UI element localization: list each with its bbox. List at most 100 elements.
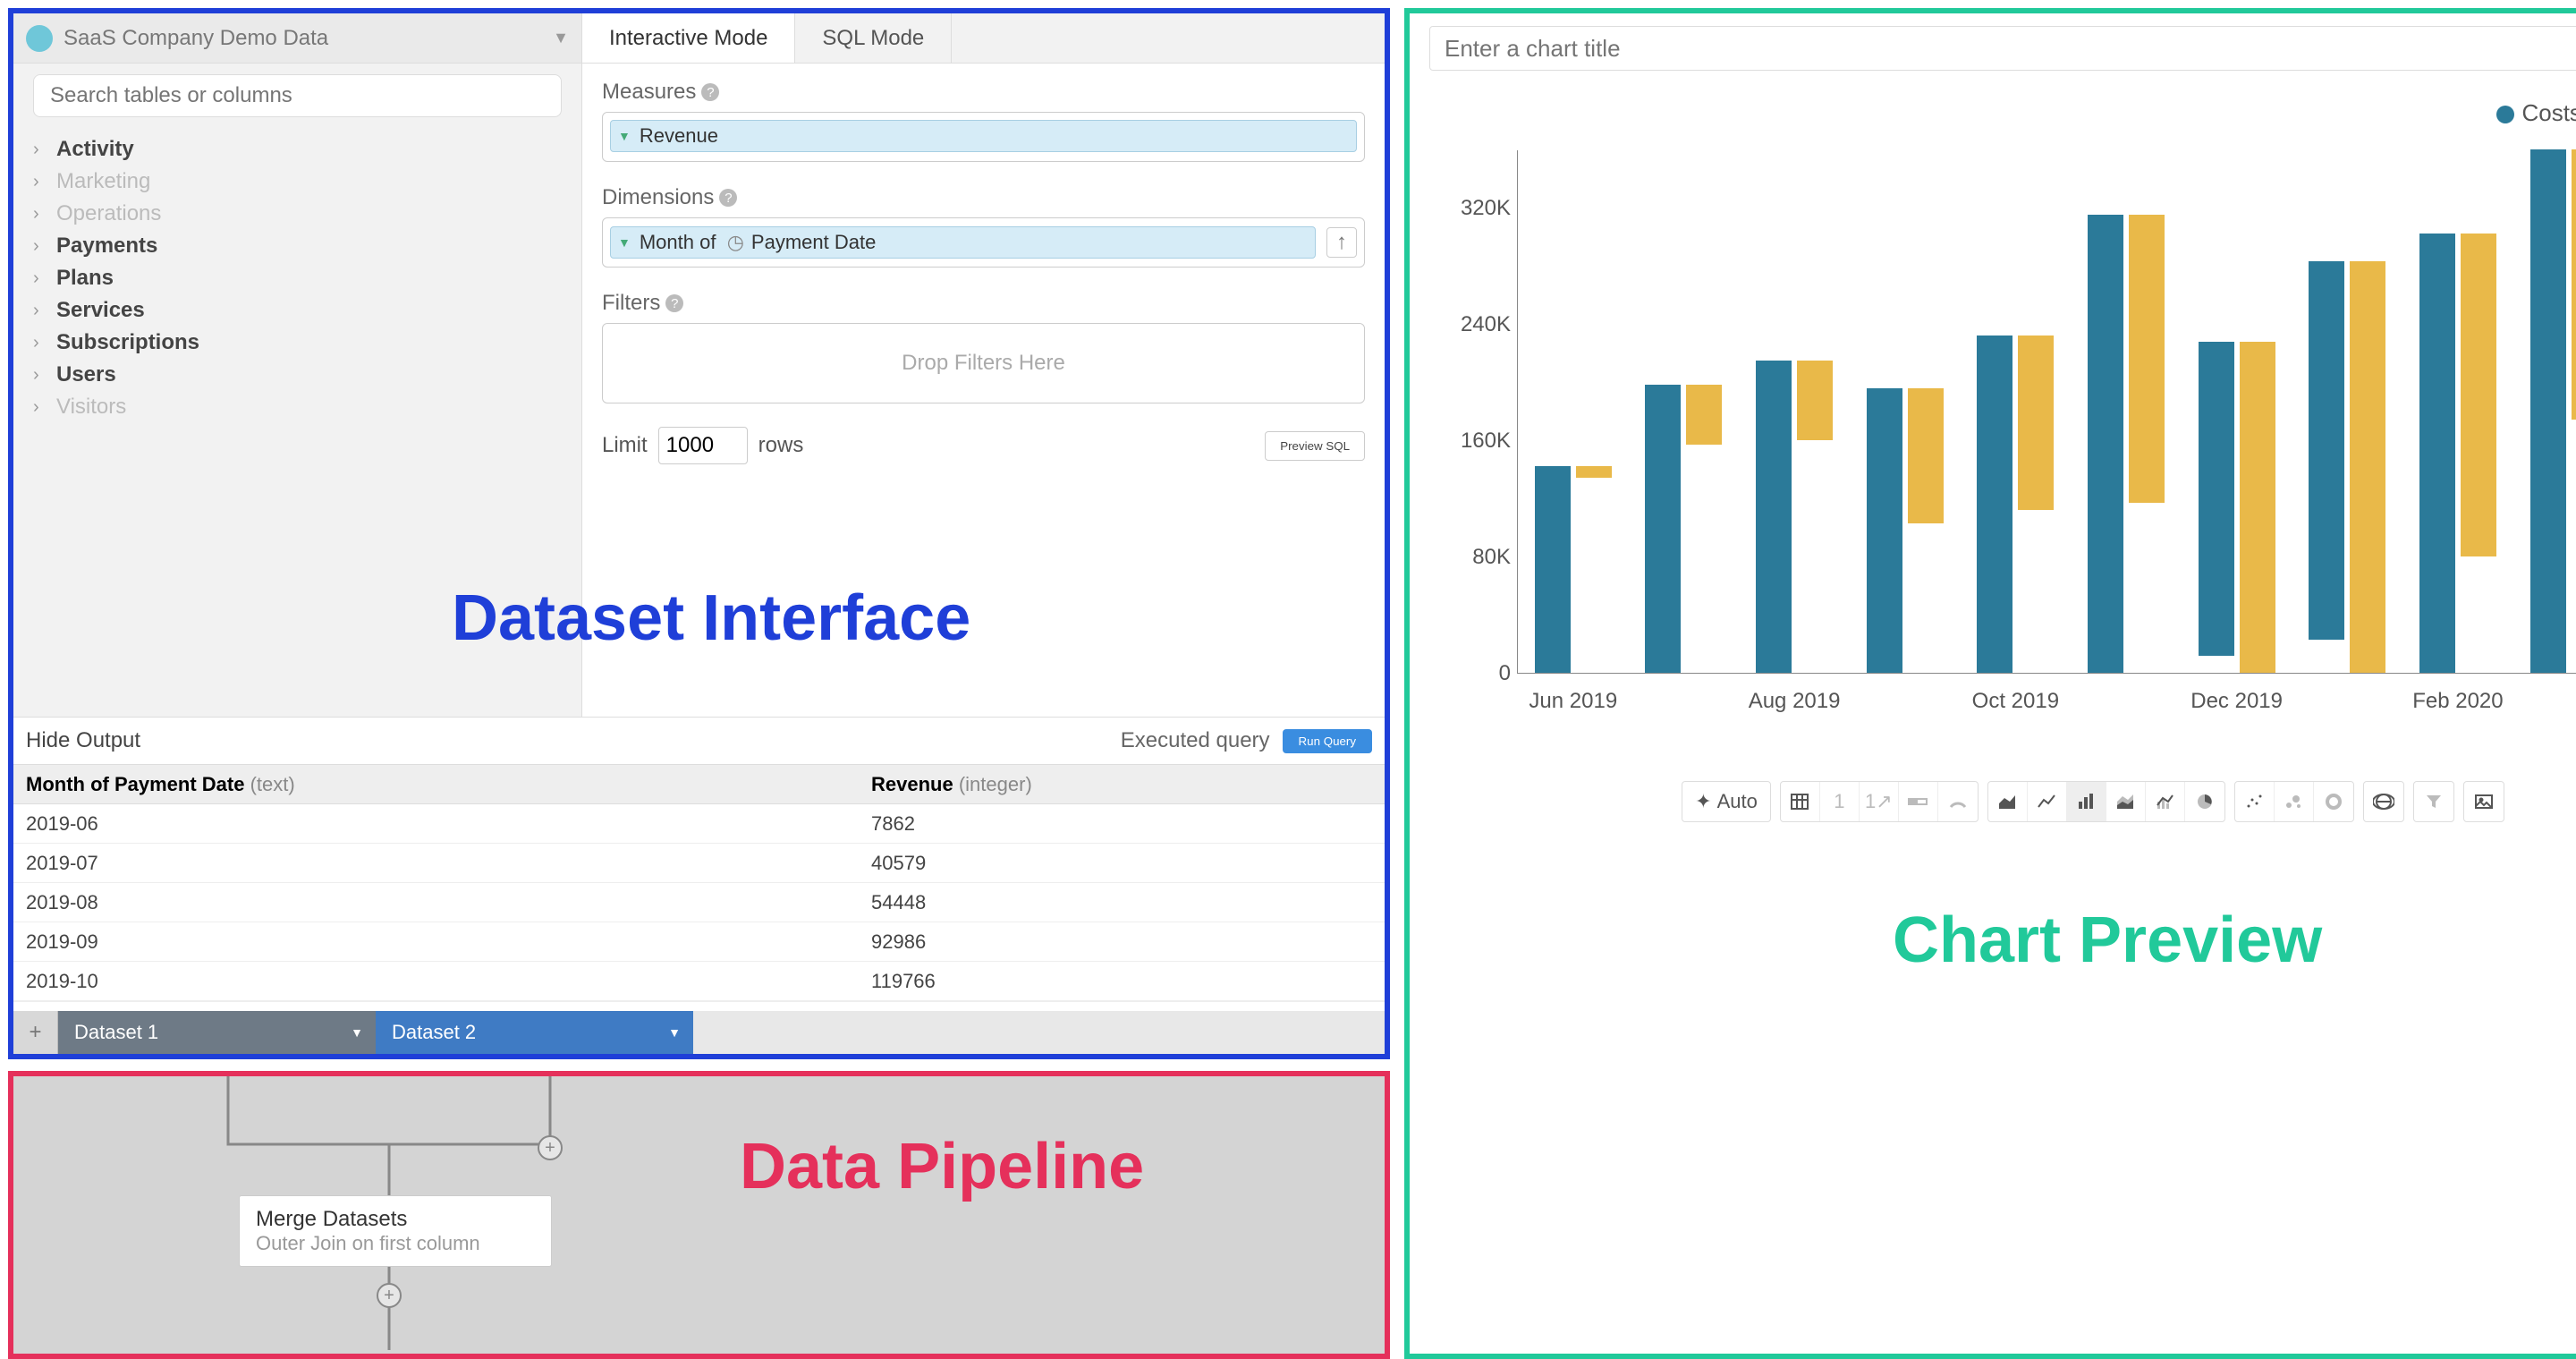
dataset-interface-panel: SaaS Company Demo Data ▼ Interactive Mod… — [8, 8, 1390, 1059]
sort-direction-button[interactable]: ↑ — [1326, 227, 1357, 258]
dataset-selector[interactable]: SaaS Company Demo Data ▼ — [13, 13, 582, 63]
filter-icon[interactable] — [2414, 782, 2453, 821]
chart-title-input[interactable] — [1429, 26, 2576, 71]
mode-tabs: Interactive Mode SQL Mode — [582, 13, 952, 63]
bar-revenue[interactable] — [2461, 234, 2496, 556]
column-header-revenue[interactable]: Revenue (integer) — [859, 773, 1385, 796]
tree-item-visitors[interactable]: ›Visitors — [33, 391, 562, 423]
dataset-tab-2[interactable]: Dataset 2▼ — [376, 1011, 693, 1054]
dimension-chip[interactable]: ▼ Month of ◷ Payment Date — [610, 226, 1316, 259]
help-icon[interactable]: ? — [665, 294, 683, 312]
bar-group — [1977, 336, 2054, 673]
chart-plot[interactable]: 080K160K240K320KJun 2019Aug 2019Oct 2019… — [1517, 150, 2576, 674]
measure-chip[interactable]: ▼Revenue — [610, 120, 1357, 152]
column-header-month[interactable]: Month of Payment Date (text) — [13, 773, 859, 796]
bar-revenue[interactable] — [1576, 466, 1612, 478]
tree-item-plans[interactable]: ›Plans — [33, 262, 562, 294]
tree-item-subscriptions[interactable]: ›Subscriptions — [33, 327, 562, 359]
bubble-chart-icon[interactable] — [2275, 782, 2314, 821]
pipeline-node-merge[interactable]: Merge Datasets Outer Join on first colum… — [239, 1195, 552, 1267]
table-chart-icon[interactable] — [1781, 782, 1820, 821]
run-query-button[interactable]: Run Query — [1283, 729, 1372, 753]
number-chart-icon[interactable]: 1 — [1820, 782, 1860, 821]
bar-costs[interactable] — [1867, 388, 1902, 674]
table-row[interactable]: 2019-0740579 — [13, 844, 1385, 883]
add-dataset-button[interactable]: + — [13, 1011, 58, 1054]
output-bar: Hide Output Executed query Run Query — [13, 717, 1385, 765]
bar-revenue[interactable] — [1686, 385, 1722, 445]
bar-revenue[interactable] — [2572, 149, 2576, 420]
measures-well[interactable]: ▼Revenue — [602, 112, 1365, 162]
table-row[interactable]: 2019-067862 — [13, 804, 1385, 844]
legend-item-costs[interactable]: Costs — [2496, 99, 2576, 127]
filters-well[interactable]: Drop Filters Here — [602, 323, 1365, 403]
bar-revenue[interactable] — [1797, 361, 1833, 440]
table-row[interactable]: 2019-0854448 — [13, 883, 1385, 922]
tree-item-marketing[interactable]: ›Marketing — [33, 166, 562, 198]
chevron-down-icon[interactable]: ▼ — [351, 1025, 363, 1040]
tab-sql-mode[interactable]: SQL Mode — [795, 13, 952, 63]
bar-costs[interactable] — [2309, 261, 2344, 640]
bar-costs[interactable] — [2419, 234, 2455, 673]
bar-costs[interactable] — [2530, 149, 2566, 673]
help-icon[interactable]: ? — [719, 189, 737, 207]
pipeline-add-node-button[interactable]: + — [377, 1283, 402, 1308]
tab-interactive-mode[interactable]: Interactive Mode — [582, 13, 795, 63]
tree-item-users[interactable]: ›Users — [33, 359, 562, 391]
bar-costs[interactable] — [1977, 336, 2012, 673]
chevron-right-icon: › — [33, 140, 51, 160]
tree-item-operations[interactable]: ›Operations — [33, 198, 562, 230]
bar-group — [2530, 149, 2576, 673]
pie-chart-icon[interactable] — [2185, 782, 2224, 821]
bar-costs[interactable] — [2199, 342, 2234, 656]
number-trend-icon[interactable]: 1↗ — [1860, 782, 1899, 821]
bar-group — [1867, 388, 1944, 674]
table-row[interactable]: 2019-10119766 — [13, 962, 1385, 1001]
bar-group — [2309, 261, 2385, 673]
hide-output-button[interactable]: Hide Output — [26, 728, 140, 753]
tree-item-payments[interactable]: ›Payments — [33, 230, 562, 262]
stacked-area-icon[interactable] — [2106, 782, 2146, 821]
pipeline-add-node-button[interactable]: + — [538, 1135, 563, 1160]
bar-costs[interactable] — [1645, 385, 1681, 673]
bar-chart-icon[interactable] — [2067, 782, 2106, 821]
bar-costs[interactable] — [1756, 361, 1792, 673]
preview-sql-button[interactable]: Preview SQL — [1265, 431, 1365, 461]
bar-revenue[interactable] — [2240, 342, 2275, 674]
chevron-right-icon: › — [33, 204, 51, 225]
globe-icon[interactable] — [2364, 782, 2403, 821]
scatter-chart-icon[interactable] — [2235, 782, 2275, 821]
progress-bar-icon[interactable] — [1899, 782, 1938, 821]
combo-chart-icon[interactable] — [2146, 782, 2185, 821]
help-icon[interactable]: ? — [701, 83, 719, 101]
tree-item-activity[interactable]: ›Activity — [33, 133, 562, 166]
merge-subtitle: Outer Join on first column — [256, 1232, 535, 1255]
limit-input[interactable] — [658, 427, 748, 464]
limit-row: Limit rows Preview SQL — [602, 427, 1365, 464]
table-row[interactable]: 2019-0992986 — [13, 922, 1385, 962]
line-chart-icon[interactable] — [2028, 782, 2067, 821]
bar-group — [1535, 466, 1612, 673]
dimensions-well[interactable]: ▼ Month of ◷ Payment Date ↑ — [602, 217, 1365, 268]
gauge-chart-icon[interactable] — [1938, 782, 1978, 821]
y-axis-tick: 320K — [1455, 196, 1511, 221]
search-input[interactable] — [33, 74, 562, 117]
chart-header: ✲Settings — [1410, 13, 2576, 83]
donut-chart-icon[interactable] — [2314, 782, 2353, 821]
bar-costs[interactable] — [2088, 215, 2123, 673]
chart-type-toolbar: ✦Auto 1 1↗ — [1410, 781, 2576, 822]
chart-auto-button[interactable]: ✦Auto — [1682, 782, 1770, 821]
area-chart-icon[interactable] — [1988, 782, 2028, 821]
bar-costs[interactable] — [1535, 466, 1571, 673]
bar-revenue[interactable] — [2129, 215, 2165, 503]
bar-revenue[interactable] — [2018, 336, 2054, 510]
chevron-down-icon[interactable]: ▼ — [668, 1025, 681, 1040]
bar-revenue[interactable] — [1908, 388, 1944, 523]
dataset-tab-1[interactable]: Dataset 1▼ — [58, 1011, 376, 1054]
clock-icon: ◷ — [727, 231, 744, 254]
image-chart-icon[interactable] — [2464, 782, 2504, 821]
merge-title: Merge Datasets — [256, 1207, 535, 1232]
table-tree: ›Activity›Marketing›Operations›Payments›… — [33, 133, 562, 423]
bar-revenue[interactable] — [2350, 261, 2385, 673]
tree-item-services[interactable]: ›Services — [33, 294, 562, 327]
